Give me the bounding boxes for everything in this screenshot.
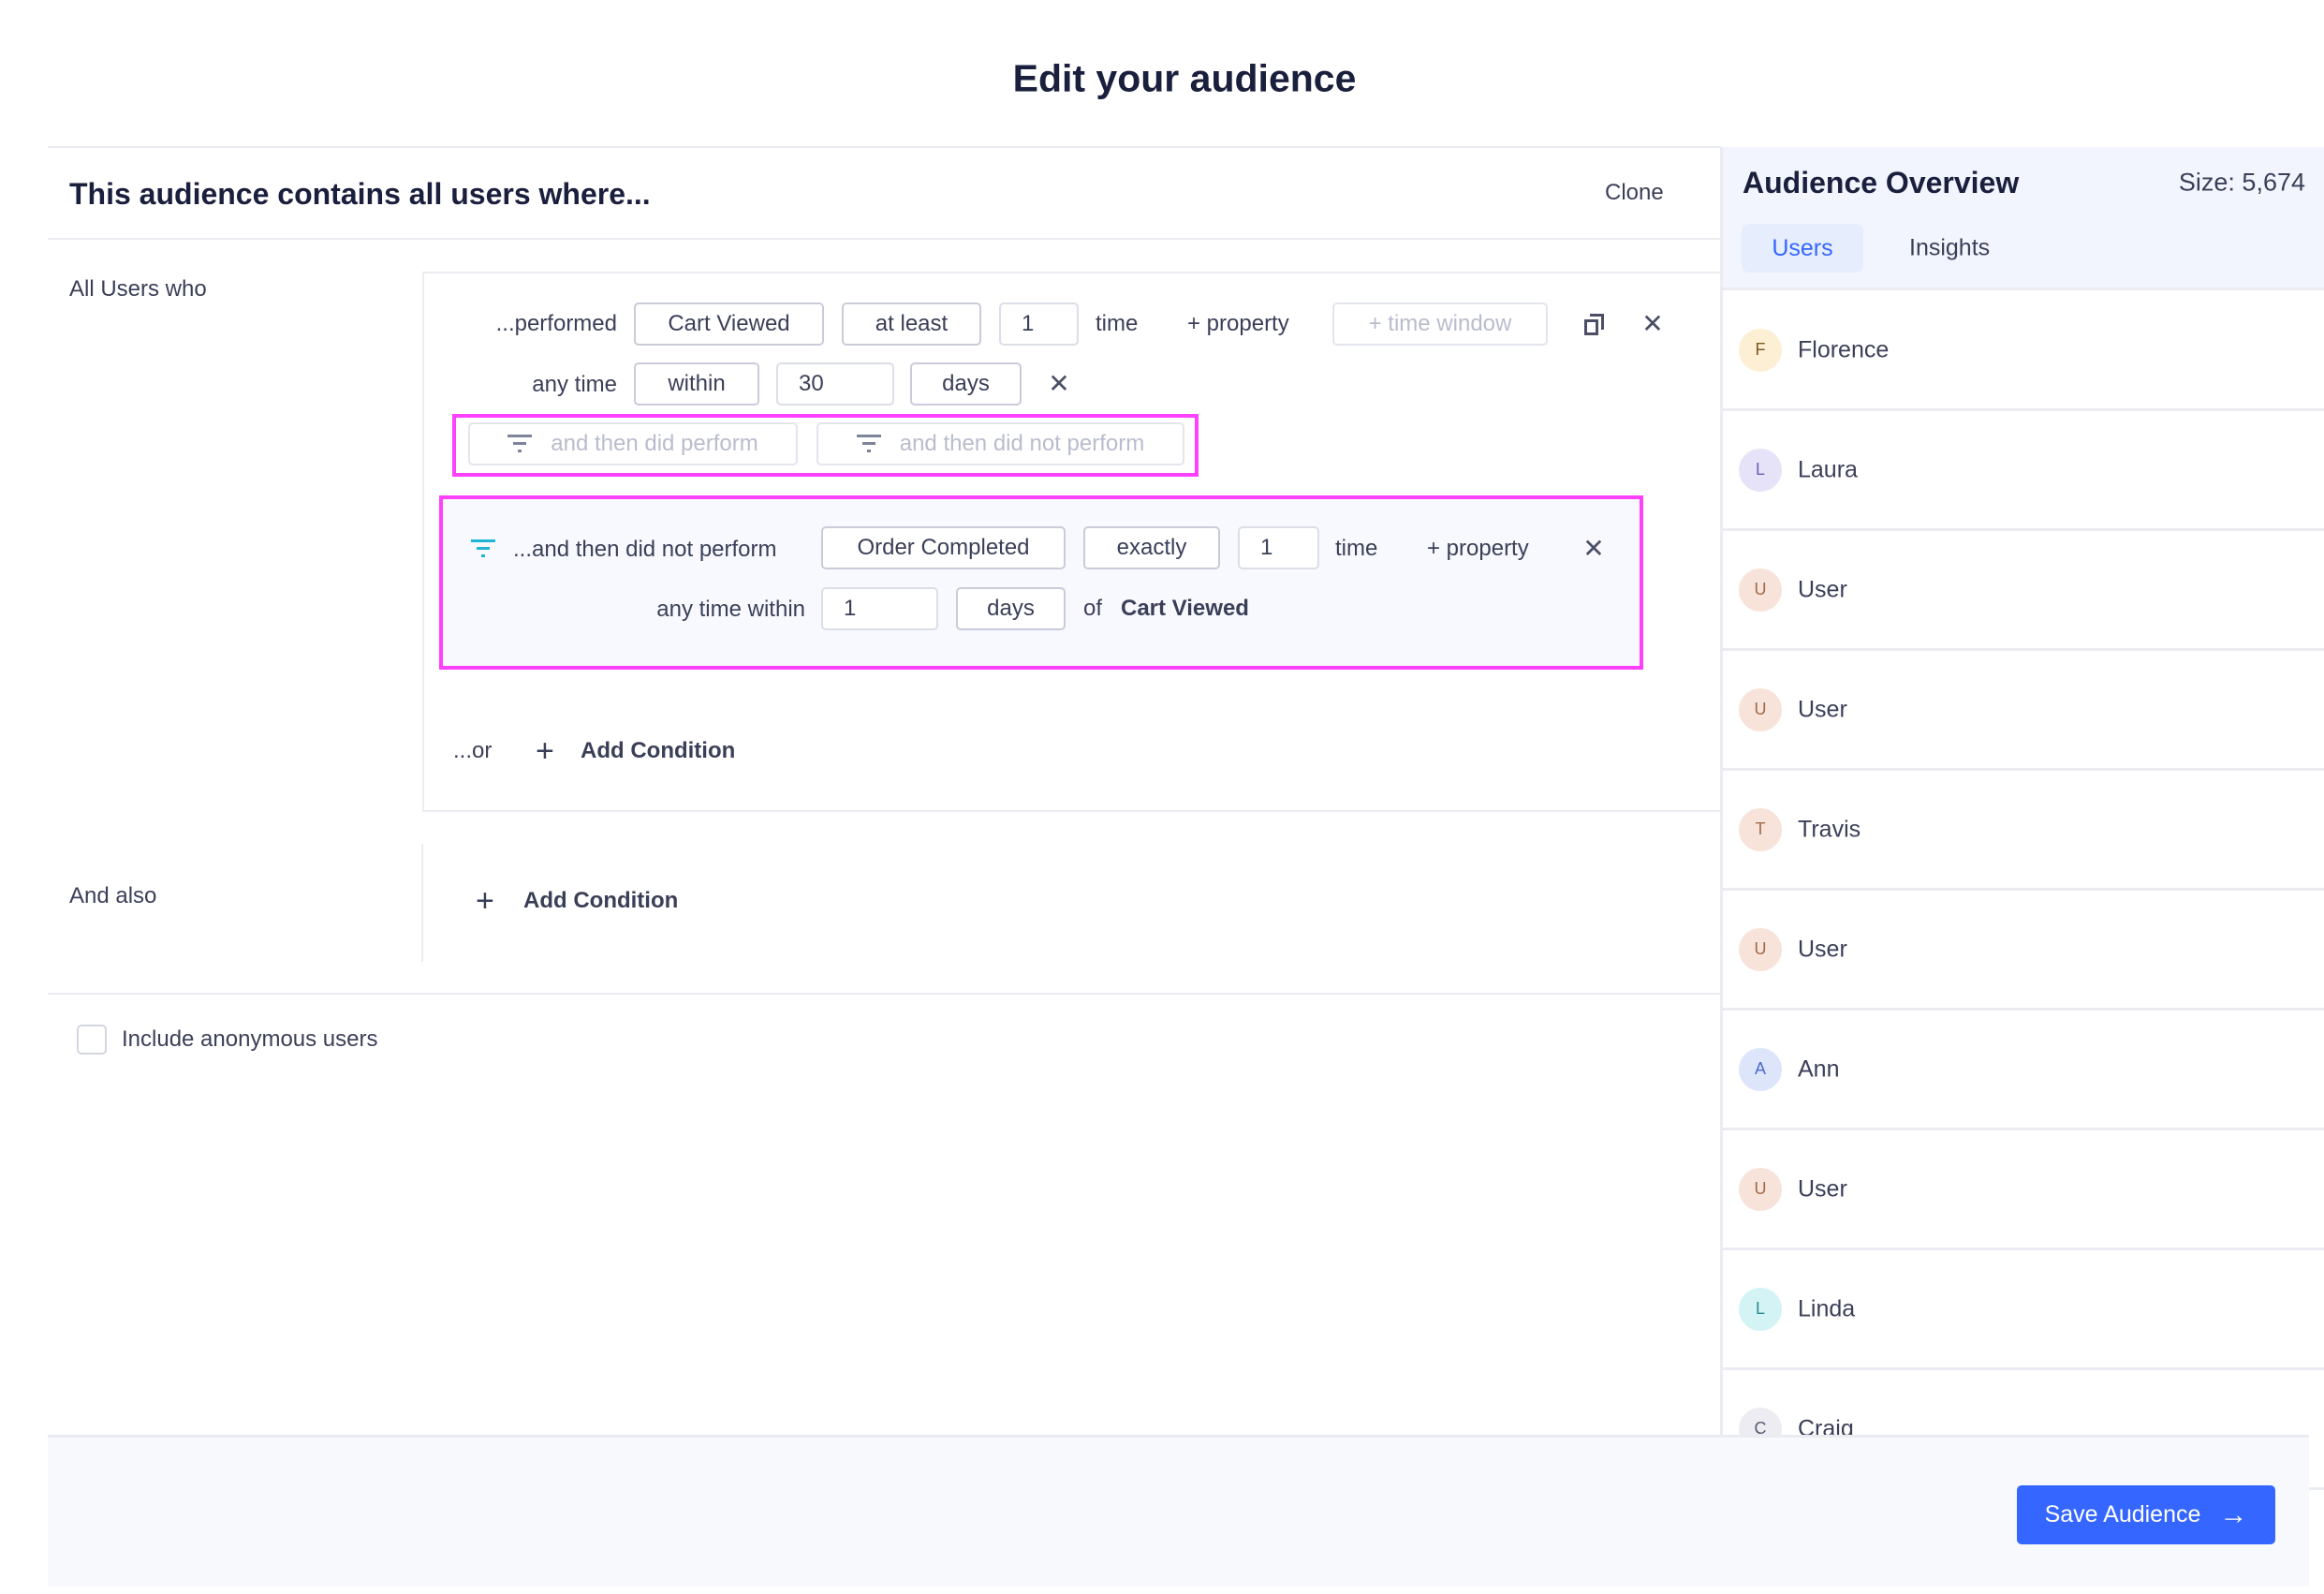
avatar: L	[1739, 448, 1782, 492]
sub-add-property-button[interactable]: + property	[1427, 538, 1529, 560]
within-select[interactable]: within	[634, 362, 759, 406]
count-input[interactable]: 1	[999, 303, 1079, 346]
tab-users[interactable]: Users	[1742, 224, 1863, 273]
add-or-condition-button[interactable]: + Add Condition	[536, 733, 735, 769]
time-label: time	[1096, 311, 1139, 336]
remove-sub-condition-icon[interactable]: ✕	[1582, 536, 1604, 562]
user-list-item[interactable]: U User	[1722, 651, 2324, 771]
copy-icon[interactable]	[1584, 314, 1605, 336]
sub-count-input[interactable]: 1	[1238, 526, 1319, 569]
avatar: U	[1739, 687, 1782, 731]
sub-operator-select[interactable]: exactly	[1083, 526, 1220, 569]
sub-within-label: any time within	[656, 597, 805, 622]
user-name: User	[1798, 936, 1847, 962]
include-anonymous-label: Include anonymous users	[122, 1026, 378, 1052]
save-audience-button[interactable]: Save Audience →	[2017, 1485, 2275, 1544]
avatar: U	[1739, 568, 1782, 612]
user-name: Travis	[1798, 816, 1861, 842]
user-list-item[interactable]: F Florence	[1722, 291, 2324, 411]
avatar: T	[1739, 807, 1782, 851]
user-name: User	[1798, 1175, 1847, 1202]
then-did-perform-button[interactable]: and then did perform	[468, 422, 798, 465]
sub-condition-box	[439, 495, 1643, 670]
avatar: L	[1739, 1287, 1782, 1331]
user-list-item[interactable]: T Travis	[1722, 771, 2324, 891]
user-name: Laura	[1798, 456, 1858, 482]
arrow-right-icon: →	[2219, 1498, 2248, 1530]
audience-size: Size: 5,674	[2178, 168, 2305, 197]
all-users-label: All Users who	[69, 276, 207, 302]
clone-button[interactable]: Clone	[1605, 182, 1664, 204]
add-and-condition-button[interactable]: + Add Condition	[476, 883, 678, 919]
include-anonymous-checkbox[interactable]	[77, 1025, 107, 1055]
add-property-button[interactable]: + property	[1187, 313, 1289, 335]
remove-time-icon[interactable]: ✕	[1048, 371, 1069, 397]
avatar: A	[1739, 1047, 1782, 1091]
sub-time-label: time	[1335, 536, 1378, 561]
user-list-item[interactable]: L Laura	[1722, 411, 2324, 531]
sub-condition-label: ...and then did not perform	[513, 537, 777, 562]
user-name: Florence	[1798, 336, 1890, 362]
plus-icon: +	[536, 732, 554, 769]
user-list-item[interactable]: L Linda	[1722, 1250, 2324, 1370]
user-name: Linda	[1798, 1295, 1856, 1321]
filter-icon	[856, 435, 881, 453]
filter-icon	[471, 539, 495, 558]
filter-icon	[507, 435, 533, 453]
sub-unit-select[interactable]: days	[956, 587, 1066, 630]
plus-icon: +	[476, 882, 494, 919]
ref-event: Cart Viewed	[1121, 596, 1249, 621]
operator-select[interactable]: at least	[842, 303, 981, 346]
builder-header: This audience contains all users where..…	[69, 177, 651, 211]
remove-condition-icon[interactable]: ✕	[1641, 311, 1663, 337]
avatar: U	[1739, 927, 1782, 971]
performed-label: ...performed	[495, 311, 617, 336]
then-did-not-perform-button[interactable]: and then did not perform	[816, 422, 1184, 465]
sub-event-select[interactable]: Order Completed	[821, 526, 1066, 569]
avatar: U	[1739, 1167, 1782, 1211]
avatar: F	[1739, 328, 1782, 372]
sub-within-input[interactable]: 1	[821, 587, 938, 630]
overview-title: Audience Overview	[1743, 166, 2020, 199]
of-label: of	[1083, 596, 1103, 621]
user-list-item[interactable]: A Ann	[1722, 1011, 2324, 1130]
or-label: ...or	[453, 738, 493, 763]
page-title: Edit your audience	[1012, 56, 1357, 100]
user-name: User	[1798, 576, 1847, 602]
user-name: User	[1798, 696, 1847, 722]
time-window-button[interactable]: + time window	[1332, 303, 1548, 346]
user-list-item[interactable]: U User	[1722, 531, 2324, 651]
user-name: Ann	[1798, 1055, 1840, 1082]
user-list-item[interactable]: U User	[1722, 891, 2324, 1011]
anytime-label: any time	[532, 372, 617, 397]
tab-insights[interactable]: Insights	[1909, 236, 1990, 260]
and-also-label: And also	[69, 883, 157, 908]
footer: Save Audience →	[48, 1435, 2309, 1587]
unit-select[interactable]: days	[910, 362, 1022, 406]
within-value-input[interactable]: 30	[776, 362, 894, 406]
user-list-item[interactable]: U User	[1722, 1130, 2324, 1250]
event-select[interactable]: Cart Viewed	[634, 303, 824, 346]
